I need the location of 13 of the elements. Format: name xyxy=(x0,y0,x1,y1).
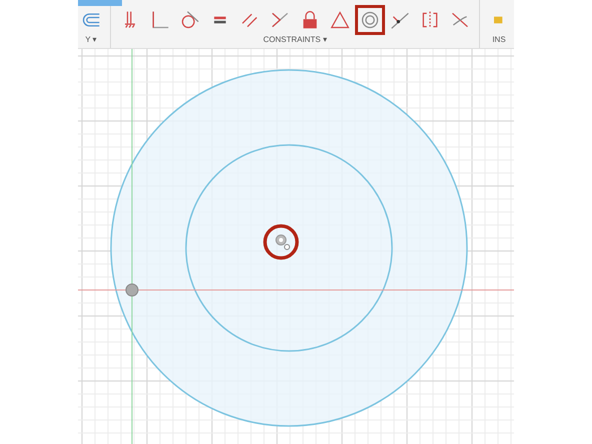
group-label[interactable]: INS xyxy=(492,35,506,45)
concentric-icon xyxy=(360,10,380,30)
collinear-icon xyxy=(270,10,290,30)
perpendicular-icon xyxy=(150,10,170,30)
group-label[interactable]: CONSTRAINTS ▾ xyxy=(263,35,327,45)
symmetry-icon xyxy=(420,10,440,30)
tool-button[interactable] xyxy=(355,5,385,35)
tangent-icon xyxy=(180,10,200,30)
curvature-icon xyxy=(450,10,470,30)
triangle-icon xyxy=(330,10,350,30)
center-point[interactable] xyxy=(276,234,290,250)
midpoint-icon xyxy=(390,10,410,30)
group-label[interactable]: Y ▾ xyxy=(85,35,97,45)
